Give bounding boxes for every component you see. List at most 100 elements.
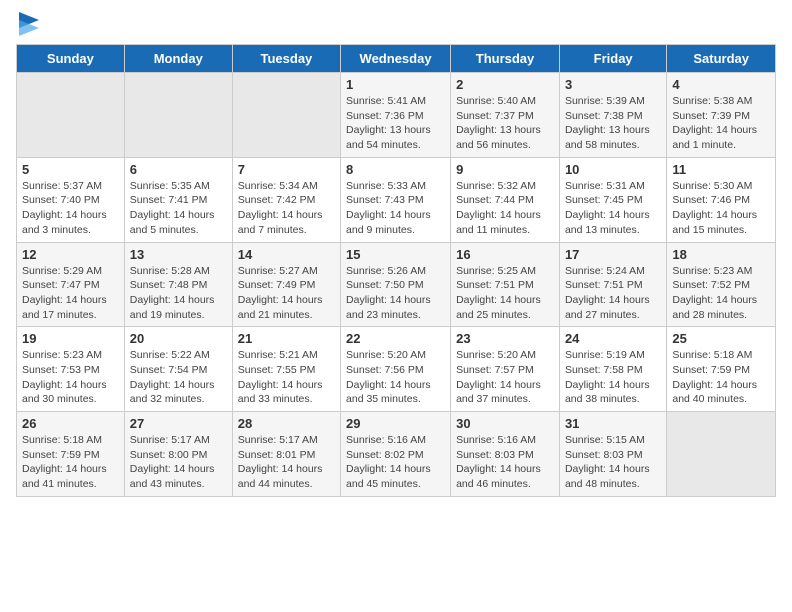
day-info: Sunrise: 5:26 AM Sunset: 7:50 PM Dayligh…	[346, 264, 445, 323]
calendar-cell: 23 Sunrise: 5:20 AM Sunset: 7:57 PM Dayli…	[451, 327, 560, 412]
column-header-sunday: Sunday	[17, 45, 125, 73]
day-info: Sunrise: 5:21 AM Sunset: 7:55 PM Dayligh…	[238, 348, 335, 407]
day-number: 12	[22, 247, 119, 262]
calendar-cell: 1Sunrise: 5:41 AM Sunset: 7:36 PM Daylig…	[341, 73, 451, 158]
day-info: Sunrise: 5:24 AM Sunset: 7:51 PM Dayligh…	[565, 264, 661, 323]
calendar-cell: 9Sunrise: 5:32 AM Sunset: 7:44 PM Daylig…	[451, 157, 560, 242]
day-number: 9	[456, 162, 554, 177]
calendar-cell: 14 Sunrise: 5:27 AM Sunset: 7:49 PM Dayli…	[232, 242, 340, 327]
day-info: Sunrise: 5:20 AM Sunset: 7:56 PM Dayligh…	[346, 348, 445, 407]
day-number: 16	[456, 247, 554, 262]
calendar-cell: 27Sunrise: 5:17 AM Sunset: 8:00 PM Dayli…	[124, 412, 232, 497]
day-number: 30	[456, 416, 554, 431]
day-number: 21	[238, 331, 335, 346]
day-info: Sunrise: 5:27 AM Sunset: 7:49 PM Dayligh…	[238, 264, 335, 323]
day-info: Sunrise: 5:20 AM Sunset: 7:57 PM Dayligh…	[456, 348, 554, 407]
day-info: Sunrise: 5:33 AM Sunset: 7:43 PM Dayligh…	[346, 179, 445, 238]
day-info: Sunrise: 5:16 AM Sunset: 8:02 PM Dayligh…	[346, 433, 445, 492]
day-number: 1	[346, 77, 445, 92]
day-number: 14	[238, 247, 335, 262]
day-info: Sunrise: 5:39 AM Sunset: 7:38 PM Dayligh…	[565, 94, 661, 153]
column-header-monday: Monday	[124, 45, 232, 73]
calendar-cell: 26 Sunrise: 5:18 AM Sunset: 7:59 PM Dayli…	[17, 412, 125, 497]
day-info: Sunrise: 5:29 AM Sunset: 7:47 PM Dayligh…	[22, 264, 119, 323]
day-info: Sunrise: 5:38 AM Sunset: 7:39 PM Dayligh…	[672, 94, 770, 153]
calendar-cell: 25 Sunrise: 5:18 AM Sunset: 7:59 PM Dayli…	[667, 327, 776, 412]
logo-icon	[19, 12, 39, 36]
day-number: 17	[565, 247, 661, 262]
calendar-cell: 13 Sunrise: 5:28 AM Sunset: 7:48 PM Dayli…	[124, 242, 232, 327]
day-info: Sunrise: 5:23 AM Sunset: 7:52 PM Dayligh…	[672, 264, 770, 323]
logo	[16, 16, 39, 36]
column-header-tuesday: Tuesday	[232, 45, 340, 73]
day-info: Sunrise: 5:34 AM Sunset: 7:42 PM Dayligh…	[238, 179, 335, 238]
day-info: Sunrise: 5:22 AM Sunset: 7:54 PM Dayligh…	[130, 348, 227, 407]
calendar-cell: 16Sunrise: 5:25 AM Sunset: 7:51 PM Dayli…	[451, 242, 560, 327]
calendar-cell: 20 Sunrise: 5:22 AM Sunset: 7:54 PM Dayli…	[124, 327, 232, 412]
day-number: 3	[565, 77, 661, 92]
day-number: 29	[346, 416, 445, 431]
calendar-cell: 3 Sunrise: 5:39 AM Sunset: 7:38 PM Daylig…	[559, 73, 666, 158]
day-info: Sunrise: 5:19 AM Sunset: 7:58 PM Dayligh…	[565, 348, 661, 407]
calendar-week-row: 19Sunrise: 5:23 AM Sunset: 7:53 PM Dayli…	[17, 327, 776, 412]
day-number: 8	[346, 162, 445, 177]
day-number: 27	[130, 416, 227, 431]
calendar-cell: 10Sunrise: 5:31 AM Sunset: 7:45 PM Dayli…	[559, 157, 666, 242]
day-number: 15	[346, 247, 445, 262]
day-number: 24	[565, 331, 661, 346]
calendar-cell: 31 Sunrise: 5:15 AM Sunset: 8:03 PM Dayli…	[559, 412, 666, 497]
day-number: 18	[672, 247, 770, 262]
calendar-week-row: 26 Sunrise: 5:18 AM Sunset: 7:59 PM Dayli…	[17, 412, 776, 497]
day-number: 10	[565, 162, 661, 177]
calendar-cell: 17 Sunrise: 5:24 AM Sunset: 7:51 PM Dayli…	[559, 242, 666, 327]
day-info: Sunrise: 5:28 AM Sunset: 7:48 PM Dayligh…	[130, 264, 227, 323]
calendar-cell: 22 Sunrise: 5:20 AM Sunset: 7:56 PM Dayli…	[341, 327, 451, 412]
column-header-saturday: Saturday	[667, 45, 776, 73]
calendar-cell: 21 Sunrise: 5:21 AM Sunset: 7:55 PM Dayli…	[232, 327, 340, 412]
day-info: Sunrise: 5:17 AM Sunset: 8:01 PM Dayligh…	[238, 433, 335, 492]
column-header-friday: Friday	[559, 45, 666, 73]
calendar-cell: 11Sunrise: 5:30 AM Sunset: 7:46 PM Dayli…	[667, 157, 776, 242]
day-info: Sunrise: 5:37 AM Sunset: 7:40 PM Dayligh…	[22, 179, 119, 238]
calendar-week-row: 1Sunrise: 5:41 AM Sunset: 7:36 PM Daylig…	[17, 73, 776, 158]
calendar-cell: 30 Sunrise: 5:16 AM Sunset: 8:03 PM Dayli…	[451, 412, 560, 497]
day-info: Sunrise: 5:40 AM Sunset: 7:37 PM Dayligh…	[456, 94, 554, 153]
day-number: 26	[22, 416, 119, 431]
day-number: 2	[456, 77, 554, 92]
calendar-table: SundayMondayTuesdayWednesdayThursdayFrid…	[16, 44, 776, 497]
calendar-cell: 19Sunrise: 5:23 AM Sunset: 7:53 PM Dayli…	[17, 327, 125, 412]
calendar-cell: 6 Sunrise: 5:35 AM Sunset: 7:41 PM Daylig…	[124, 157, 232, 242]
day-number: 4	[672, 77, 770, 92]
day-number: 6	[130, 162, 227, 177]
calendar-cell: 4 Sunrise: 5:38 AM Sunset: 7:39 PM Daylig…	[667, 73, 776, 158]
calendar-cell	[17, 73, 125, 158]
column-header-thursday: Thursday	[451, 45, 560, 73]
calendar-cell: 29 Sunrise: 5:16 AM Sunset: 8:02 PM Dayli…	[341, 412, 451, 497]
day-number: 23	[456, 331, 554, 346]
day-number: 5	[22, 162, 119, 177]
day-info: Sunrise: 5:35 AM Sunset: 7:41 PM Dayligh…	[130, 179, 227, 238]
calendar-cell: 28 Sunrise: 5:17 AM Sunset: 8:01 PM Dayli…	[232, 412, 340, 497]
calendar-cell: 18 Sunrise: 5:23 AM Sunset: 7:52 PM Dayli…	[667, 242, 776, 327]
day-number: 25	[672, 331, 770, 346]
day-number: 22	[346, 331, 445, 346]
calendar-cell: 2 Sunrise: 5:40 AM Sunset: 7:37 PM Daylig…	[451, 73, 560, 158]
page-header	[16, 16, 776, 36]
day-number: 31	[565, 416, 661, 431]
day-number: 20	[130, 331, 227, 346]
calendar-cell: 8 Sunrise: 5:33 AM Sunset: 7:43 PM Daylig…	[341, 157, 451, 242]
calendar-cell: 24 Sunrise: 5:19 AM Sunset: 7:58 PM Dayli…	[559, 327, 666, 412]
calendar-cell	[124, 73, 232, 158]
calendar-cell	[667, 412, 776, 497]
calendar-week-row: 12 Sunrise: 5:29 AM Sunset: 7:47 PM Dayli…	[17, 242, 776, 327]
day-number: 7	[238, 162, 335, 177]
day-info: Sunrise: 5:18 AM Sunset: 7:59 PM Dayligh…	[22, 433, 119, 492]
column-header-wednesday: Wednesday	[341, 45, 451, 73]
day-number: 19	[22, 331, 119, 346]
day-number: 13	[130, 247, 227, 262]
day-info: Sunrise: 5:16 AM Sunset: 8:03 PM Dayligh…	[456, 433, 554, 492]
day-info: Sunrise: 5:18 AM Sunset: 7:59 PM Dayligh…	[672, 348, 770, 407]
calendar-cell: 7 Sunrise: 5:34 AM Sunset: 7:42 PM Daylig…	[232, 157, 340, 242]
day-number: 28	[238, 416, 335, 431]
day-info: Sunrise: 5:15 AM Sunset: 8:03 PM Dayligh…	[565, 433, 661, 492]
